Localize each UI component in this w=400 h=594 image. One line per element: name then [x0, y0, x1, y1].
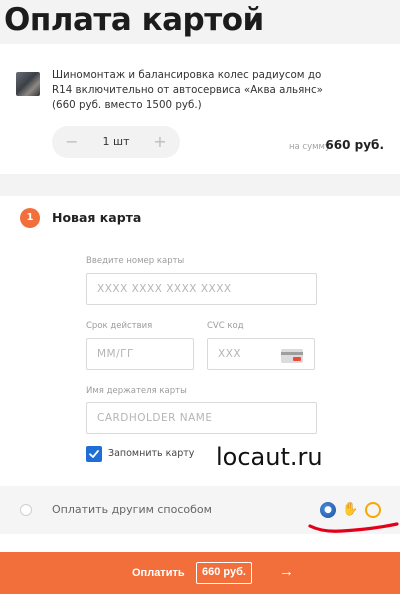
remember-card-checkbox[interactable] — [86, 446, 102, 462]
qiwi-icon — [365, 502, 381, 518]
sum-label: на сумму — [288, 142, 330, 152]
expiry-input[interactable] — [86, 338, 194, 370]
order-item: Шиномонтаж и балансировка колес радиусом… — [0, 52, 400, 174]
expiry-label: Срок действия — [86, 321, 153, 331]
pay-button[interactable]: Оплатить 660 руб. → — [0, 552, 400, 594]
minus-icon[interactable]: − — [62, 132, 82, 152]
section-divider — [0, 174, 400, 196]
cardholder-input[interactable] — [86, 402, 317, 434]
check-icon — [89, 450, 99, 458]
new-card-section: 1 Новая карта Введите номер карты Срок д… — [0, 196, 400, 486]
page-title: Оплата картой — [4, 2, 264, 38]
card-back-icon — [281, 349, 303, 363]
webmoney-icon: ● — [320, 502, 336, 518]
pay-label: Оплатить — [132, 567, 185, 579]
red-underline-annotation — [308, 522, 399, 533]
arrow-right-icon: → — [279, 563, 294, 580]
cardholder-label: Имя держателя карты — [86, 386, 187, 396]
plus-icon[interactable]: + — [150, 132, 170, 152]
quantity-stepper: − 1 шт + — [52, 126, 180, 158]
product-thumbnail — [16, 72, 40, 96]
product-description: Шиномонтаж и балансировка колес радиусом… — [52, 69, 323, 111]
sum-value: 660 руб. — [325, 138, 384, 152]
cvc-label: CVC код — [207, 321, 244, 331]
new-card-title[interactable]: Новая карта — [52, 209, 141, 227]
remember-card-label[interactable]: Запомнить карту — [108, 447, 194, 461]
pay-amount: 660 руб. — [196, 562, 252, 584]
quantity-value: 1 шт — [102, 135, 130, 148]
watermark: locaut.ru — [216, 443, 323, 471]
card-number-label: Введите номер карты — [86, 256, 185, 266]
other-method-radio[interactable] — [20, 504, 32, 516]
yandex-money-icon: ✋ — [342, 502, 359, 517]
card-number-input[interactable] — [86, 273, 317, 305]
other-method-label[interactable]: Оплатить другим способом — [52, 502, 212, 518]
title-bar: Оплата картой — [0, 0, 400, 44]
step-badge: 1 — [20, 208, 40, 228]
